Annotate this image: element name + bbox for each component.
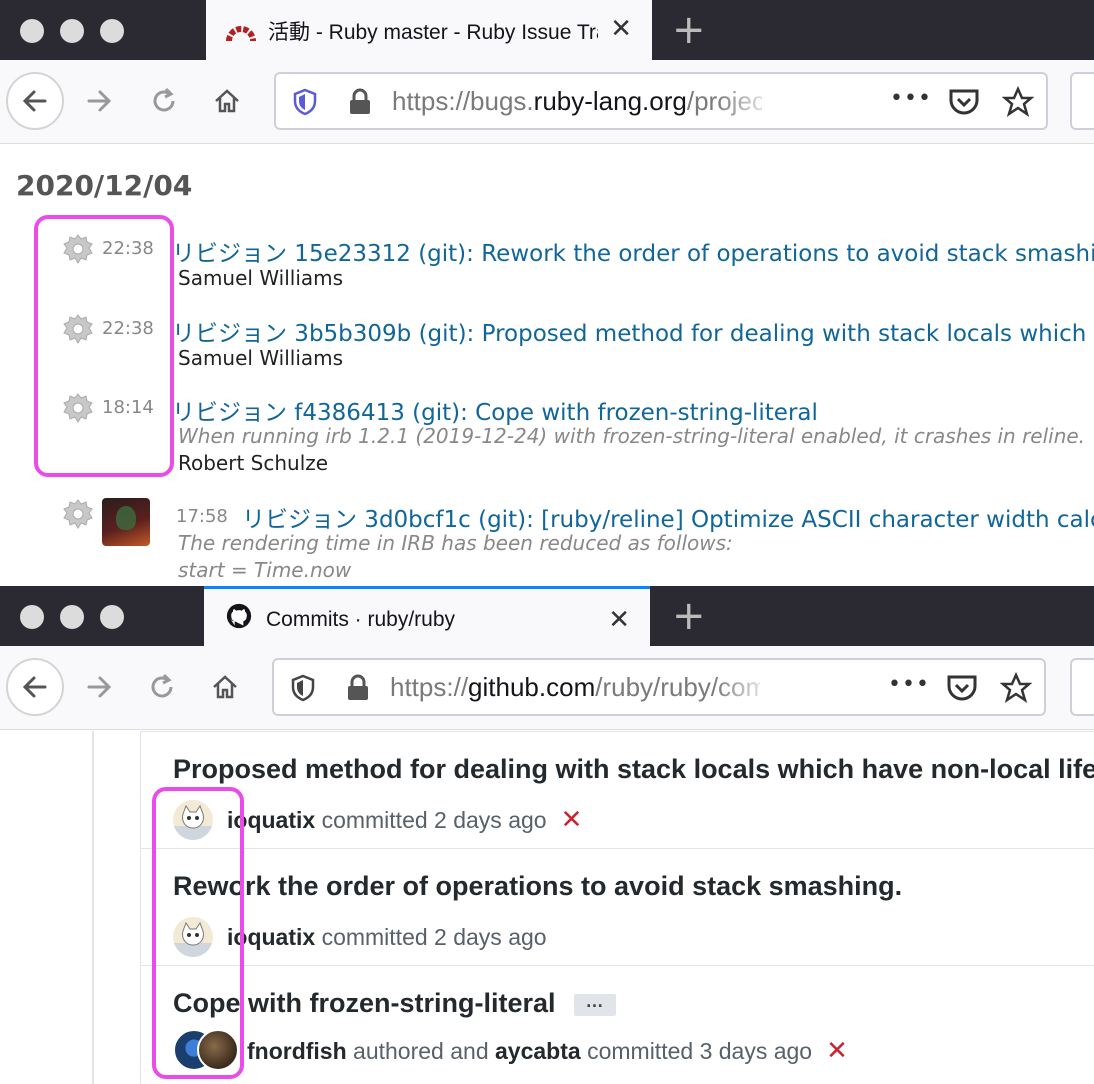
commit-time: 2 days ago <box>434 806 547 833</box>
pocket-icon[interactable] <box>948 87 980 117</box>
github-browser-window: Commits · ruby/ruby ✕ + https://github.c… <box>0 586 1094 1084</box>
back-button[interactable] <box>6 658 64 716</box>
commit-time: 3 days ago <box>699 1037 813 1064</box>
redmine-browser-window: 活動 - Ruby master - Ruby Issue Tracking S… <box>0 0 1094 586</box>
page-actions-icon[interactable]: ••• <box>888 672 930 697</box>
entry-author: Robert Schulze <box>178 451 329 475</box>
revision-link[interactable]: リビジョン f4386413 (git): Cope with frozen-s… <box>172 393 818 427</box>
home-button[interactable] <box>196 658 254 716</box>
url-fade <box>714 664 774 710</box>
tab-github-commits[interactable]: Commits · ruby/ruby ✕ <box>204 586 650 646</box>
url-host: ruby-lang.org <box>533 86 687 116</box>
url-prefix: https://bugs. <box>392 86 534 116</box>
avatar-figure <box>116 506 136 530</box>
commit-committer-link[interactable]: aycabta <box>495 1038 581 1065</box>
close-window-button[interactable] <box>20 19 44 43</box>
timeline-line <box>92 731 94 1084</box>
reload-button[interactable] <box>135 72 193 130</box>
url-host: github.com <box>468 672 596 702</box>
commit-title-link[interactable]: Proposed method for dealing with stack l… <box>173 754 1094 785</box>
bookmark-star-icon[interactable] <box>1000 672 1032 704</box>
commit-row: Rework the order of operations to avoid … <box>141 849 1094 966</box>
new-tab-button[interactable]: + <box>672 8 706 52</box>
activity-content: 2020/12/04 22:38 リビジョン 15e23312 (git): R… <box>0 145 1094 586</box>
reload-button[interactable] <box>133 658 191 716</box>
close-window-button[interactable] <box>20 605 44 629</box>
tab-title: Commits · ruby/ruby <box>266 608 456 631</box>
home-icon <box>213 675 237 699</box>
url-bar[interactable]: https://github.com/ruby/ruby/commits/mas… <box>272 658 1046 716</box>
entry-author: Samuel Williams <box>178 346 344 370</box>
back-arrow-icon <box>22 676 47 698</box>
bookmark-star-icon[interactable] <box>1002 86 1034 118</box>
entry-time: 17:58 <box>176 506 228 527</box>
commits-content: Proposed method for dealing with stack l… <box>0 731 1094 1084</box>
tab-redmine-activity[interactable]: 活動 - Ruby master - Ruby Issue Tracking S… <box>206 0 652 60</box>
highlight-annotation <box>152 787 244 1079</box>
forward-arrow-icon <box>87 676 112 698</box>
tab-bar: Commits · ruby/ruby ✕ + <box>0 586 1094 646</box>
zoom-window-button[interactable] <box>100 19 124 43</box>
commit-row: Cope with frozen-string-literal… fnordfi… <box>141 966 1094 1084</box>
ci-failed-icon[interactable]: ✕ <box>561 805 583 835</box>
ci-failed-icon[interactable]: ✕ <box>826 1036 848 1066</box>
search-box[interactable] <box>1070 72 1094 130</box>
revision-link[interactable]: リビジョン 3d0bcf1c (git): [ruby/reline] Opti… <box>242 500 1094 534</box>
commit-time: 2 days ago <box>434 923 547 950</box>
commit-verb: committed <box>587 1037 694 1064</box>
activity-date-heading: 2020/12/04 <box>16 169 193 202</box>
back-button[interactable] <box>6 72 64 130</box>
url-prefix: https:// <box>390 672 469 702</box>
page-actions-icon[interactable]: ••• <box>890 86 932 111</box>
close-tab-icon[interactable]: ✕ <box>610 14 632 44</box>
navigation-toolbar: https://github.com/ruby/ruby/commits/mas… <box>0 646 1094 730</box>
revision-link[interactable]: リビジョン 3b5b309b (git): Proposed method fo… <box>172 314 1094 348</box>
lock-icon[interactable] <box>348 88 372 116</box>
redmine-logo-icon <box>226 26 256 42</box>
url-fade <box>716 78 776 124</box>
minimize-window-button[interactable] <box>60 605 84 629</box>
zoom-window-button[interactable] <box>100 605 124 629</box>
back-arrow-icon <box>22 90 47 112</box>
tracking-shield-icon[interactable] <box>292 88 318 116</box>
url-text[interactable]: https://github.com/ruby/ruby/commits/mas… <box>390 672 760 703</box>
revision-link[interactable]: リビジョン 15e23312 (git): Rework the order o… <box>172 234 1094 268</box>
home-icon <box>215 89 239 113</box>
tracking-shield-icon[interactable] <box>290 674 316 702</box>
commit-title-link[interactable]: Rework the order of operations to avoid … <box>173 871 902 902</box>
url-text[interactable]: https://bugs.ruby-lang.org/projects/ruby… <box>392 86 762 117</box>
expand-message-button[interactable]: … <box>573 992 616 1016</box>
entry-description: The rendering time in IRB has been reduc… <box>178 531 733 555</box>
entry-author: Samuel Williams <box>178 266 344 290</box>
minimize-window-button[interactable] <box>60 19 84 43</box>
tab-bar: 活動 - Ruby master - Ruby Issue Tracking S… <box>0 0 1094 60</box>
commit-list: Proposed method for dealing with stack l… <box>140 731 1094 1084</box>
pocket-icon[interactable] <box>946 673 978 703</box>
close-tab-icon[interactable]: ✕ <box>608 605 630 635</box>
commit-verb: committed <box>321 806 428 833</box>
commit-verb-authored: authored and <box>353 1037 489 1064</box>
reload-icon <box>153 87 175 112</box>
entry-description-line2: start = Time.now <box>178 558 352 582</box>
tab-title: 活動 - Ruby master - Ruby Issue Tracking S… <box>268 21 598 44</box>
user-avatar[interactable] <box>102 498 150 546</box>
home-button[interactable] <box>198 72 256 130</box>
search-box[interactable] <box>1070 658 1094 716</box>
gear-icon <box>63 499 93 529</box>
forward-button[interactable] <box>70 72 128 130</box>
url-bar[interactable]: https://bugs.ruby-lang.org/projects/ruby… <box>274 72 1048 130</box>
highlight-annotation <box>34 215 174 477</box>
commit-row: Proposed method for dealing with stack l… <box>141 732 1094 849</box>
navigation-toolbar: https://bugs.ruby-lang.org/projects/ruby… <box>0 60 1094 144</box>
commit-verb: committed <box>321 923 428 950</box>
new-tab-button[interactable]: + <box>672 594 706 638</box>
reload-icon <box>151 673 173 698</box>
commit-author-link[interactable]: fnordfish <box>247 1038 347 1065</box>
forward-arrow-icon <box>87 90 112 112</box>
commit-meta: fnordfish authored and aycabta committed… <box>173 1029 848 1073</box>
github-logo-icon <box>226 603 252 629</box>
lock-icon[interactable] <box>346 674 370 702</box>
forward-button[interactable] <box>70 658 128 716</box>
entry-description: When running irb 1.2.1 (2019-12-24) with… <box>178 424 1086 448</box>
